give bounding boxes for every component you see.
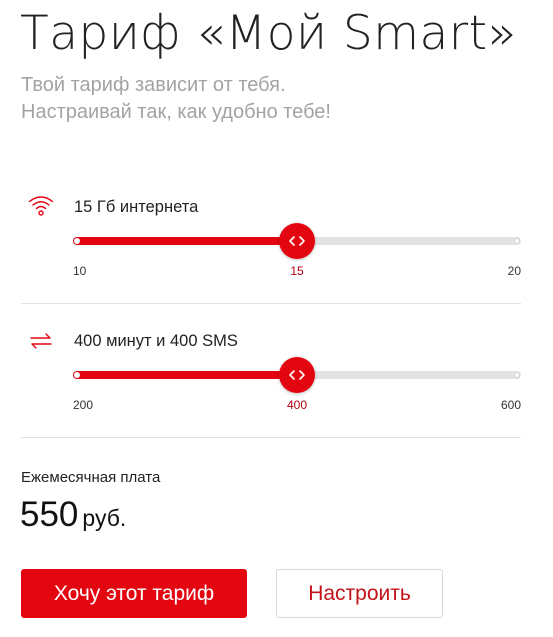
- left-right-chevrons-icon: [289, 236, 305, 246]
- choose-tariff-button[interactable]: Хочу этот тариф: [21, 569, 247, 618]
- internet-tick-max: 20: [507, 264, 521, 278]
- configure-button[interactable]: Настроить: [276, 569, 443, 618]
- minutes-sms-tick-max: 600: [500, 398, 521, 412]
- track-end-dot: [514, 238, 520, 244]
- minutes-sms-tick-min: 200: [73, 398, 94, 412]
- minutes-sms-slider-track[interactable]: [73, 357, 521, 393]
- left-right-chevrons-icon: [289, 370, 305, 380]
- page-title: Тариф «Мой Smart»: [20, 6, 517, 61]
- internet-tick-mid: 15: [290, 264, 304, 278]
- monthly-fee-amount: 550: [20, 495, 79, 534]
- internet-slider-fill: [73, 237, 297, 245]
- monthly-fee-currency: руб.: [82, 505, 127, 531]
- internet-volume-label: 15 Гб интернета: [74, 198, 199, 216]
- minutes-sms-label: 400 минут и 400 SMS: [74, 332, 238, 350]
- monthly-fee-value: 550 руб.: [20, 495, 126, 535]
- track-end-dot: [514, 372, 520, 378]
- subtitle-line-1: Твой тариф зависит от тебя.: [21, 74, 286, 96]
- wifi-icon: [28, 194, 54, 220]
- internet-slider-block: 15 Гб интернета 10 15 20: [21, 168, 521, 304]
- minutes-sms-slider-block: 400 минут и 400 SMS 200 400 600: [21, 302, 521, 438]
- divider: [21, 437, 521, 438]
- subtitle-line-2: Настраивай так, как удобно тебе!: [21, 101, 331, 123]
- minutes-sms-slider-handle[interactable]: [279, 357, 315, 393]
- internet-slider-track[interactable]: [73, 223, 521, 259]
- exchange-arrows-icon: [28, 328, 54, 354]
- minutes-sms-tick-mid: 400: [286, 398, 308, 412]
- page-subtitle: Твой тариф зависит от тебя. Настраивай т…: [21, 72, 531, 126]
- internet-slider-handle[interactable]: [279, 223, 315, 259]
- minutes-sms-slider-fill: [73, 371, 297, 379]
- monthly-fee-label: Ежемесячная плата: [21, 469, 161, 486]
- track-start-dot: [74, 238, 80, 244]
- track-start-dot: [74, 372, 80, 378]
- internet-tick-min: 10: [73, 264, 87, 278]
